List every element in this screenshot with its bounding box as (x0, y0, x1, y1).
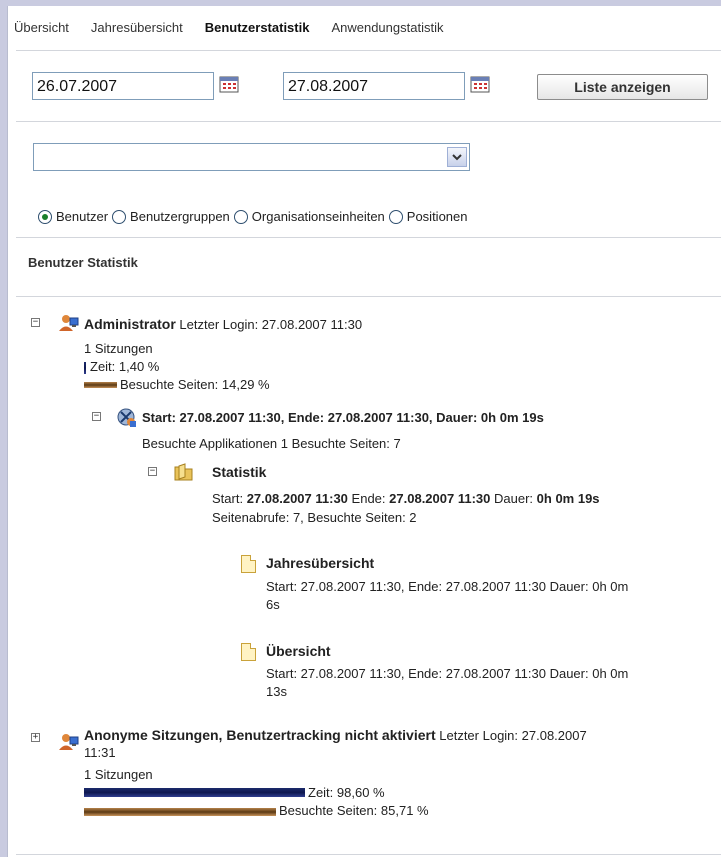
page-name[interactable]: Jahresübersicht (266, 555, 374, 571)
date-to-field[interactable]: 27.08.2007 (283, 72, 465, 100)
last-login: Letzter Login: 27.08.2007 (439, 728, 587, 743)
session-title[interactable]: Start: 27.08.2007 11:30, Ende: 27.08.200… (142, 410, 544, 425)
date-from-field[interactable]: 26.07.2007 (32, 72, 214, 100)
calendar-icon[interactable] (470, 75, 490, 93)
calendar-icon[interactable] (219, 75, 239, 93)
time-label: Zeit: 98,60 % (308, 785, 385, 800)
user-name: Administrator (84, 316, 176, 332)
user-icon (59, 315, 79, 331)
time-label: Zeit: 1,40 % (90, 359, 160, 374)
radio-icon[interactable] (233, 209, 248, 224)
radio-organisationseinheiten[interactable]: Organisationseinheiten (233, 209, 385, 224)
tab-uebersicht[interactable]: Übersicht (14, 20, 69, 38)
filter-radio-group: Benutzer Benutzergruppen Organisationsei… (38, 209, 472, 224)
sessions-count: 1 Sitzungen (84, 767, 153, 782)
page-name[interactable]: Übersicht (266, 643, 331, 659)
show-list-button[interactable]: Liste anzeigen (537, 74, 708, 100)
user-row[interactable]: Anonyme Sitzungen, Benutzertracking nich… (84, 727, 587, 743)
app-times: Start: 27.08.2007 11:30 Ende: 27.08.2007… (212, 491, 600, 506)
folder-icon (174, 463, 193, 481)
divider (16, 296, 721, 297)
sessions-count: 1 Sitzungen (84, 341, 153, 356)
page-duration: 13s (266, 684, 287, 699)
user-icon (59, 734, 79, 750)
user-name: Anonyme Sitzungen, Benutzertracking nich… (84, 727, 436, 743)
tab-bar: Übersicht Jahresübersicht Benutzerstatis… (14, 20, 465, 38)
tab-benutzerstatistik[interactable]: Benutzerstatistik (205, 20, 310, 38)
radio-icon[interactable] (112, 209, 127, 224)
radio-icon[interactable] (388, 209, 403, 224)
app-name[interactable]: Statistik (212, 464, 266, 480)
expand-toggle[interactable]: + (31, 733, 40, 742)
collapse-toggle[interactable]: − (148, 467, 157, 476)
session-summary: Besuchte Applikationen 1 Besuchte Seiten… (142, 436, 401, 451)
collapse-toggle[interactable]: − (92, 412, 101, 421)
time-bar (84, 362, 86, 374)
last-login: Letzter Login: 27.08.2007 11:30 (179, 317, 363, 332)
app-calls: Seitenabrufe: 7, Besuchte Seiten: 2 (212, 510, 417, 525)
page-icon (241, 555, 256, 573)
pages-label: Besuchte Seiten: 85,71 % (279, 803, 429, 818)
divider (16, 50, 721, 51)
divider (16, 854, 721, 855)
filter-select[interactable] (33, 143, 470, 171)
page-duration: 6s (266, 597, 280, 612)
radio-positionen[interactable]: Positionen (388, 209, 468, 224)
radio-benutzer[interactable]: Benutzer (38, 209, 108, 224)
divider (16, 121, 721, 122)
radio-selected-icon[interactable] (38, 209, 52, 224)
session-icon (117, 408, 136, 427)
page-times: Start: 27.08.2007 11:30, Ende: 27.08.200… (266, 579, 629, 594)
time-bar (84, 788, 305, 797)
divider (16, 237, 721, 238)
chevron-down-icon[interactable] (447, 147, 467, 167)
last-login-time: 11:31 (84, 745, 116, 760)
collapse-toggle[interactable]: − (31, 318, 40, 327)
pages-label: Besuchte Seiten: 14,29 % (120, 377, 270, 392)
tab-anwendungstatistik[interactable]: Anwendungstatistik (331, 20, 443, 38)
section-title: Benutzer Statistik (28, 255, 138, 270)
user-row[interactable]: Administrator Letzter Login: 27.08.2007 … (84, 316, 362, 332)
tab-jahresuebersicht[interactable]: Jahresübersicht (91, 20, 183, 38)
page-times: Start: 27.08.2007 11:30, Ende: 27.08.200… (266, 666, 629, 681)
page-icon (241, 643, 256, 661)
main-frame: Übersicht Jahresübersicht Benutzerstatis… (7, 6, 721, 857)
pages-bar (84, 808, 276, 816)
pages-bar (84, 382, 117, 388)
radio-benutzergruppen[interactable]: Benutzergruppen (112, 209, 230, 224)
